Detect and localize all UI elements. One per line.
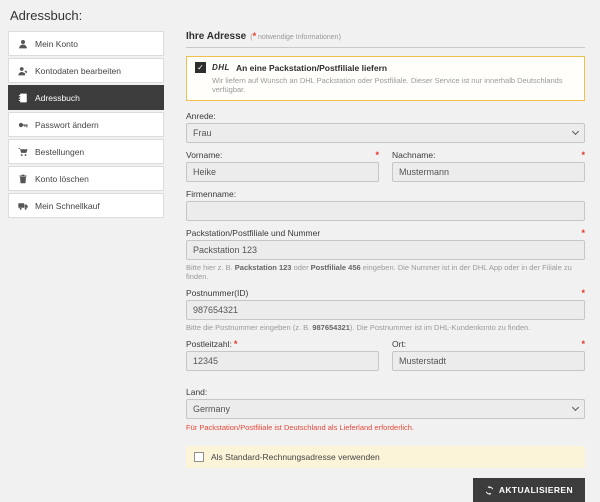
dhl-option-title: An eine Packstation/Postfiliale liefern: [235, 62, 388, 73]
help-fragment: Bitte hier z. B.: [186, 263, 235, 272]
sidebar-item-label: Mein Konto: [35, 38, 78, 49]
dhl-packstation-row: DHL An eine Packstation/Postfiliale lief…: [195, 62, 576, 73]
update-button-label: AKTUALISIEREN: [498, 485, 573, 495]
field-vorname: Vorname: *: [186, 150, 379, 182]
dhl-option-subtitle: Wir liefern auf Wunsch an DHL Packstatio…: [212, 76, 563, 94]
land-label: Land:: [186, 387, 208, 397]
standard-billing-checkbox[interactable]: [194, 452, 204, 462]
sidebar-item-mein-schnellkauf[interactable]: Mein Schnellkauf: [8, 193, 164, 218]
dhl-packstation-box: DHL An eine Packstation/Postfiliale lief…: [186, 56, 585, 101]
name-row: Vorname: * Nachname: *: [186, 150, 585, 189]
dhl-packstation-checkbox[interactable]: [195, 62, 206, 73]
required-asterisk: *: [581, 149, 585, 160]
field-firmenname: Firmenname:: [186, 189, 585, 221]
required-asterisk: *: [581, 287, 585, 298]
key-icon: [18, 120, 28, 130]
trash-icon: [18, 174, 28, 184]
sidebar-item-label: Bestellungen: [35, 146, 85, 157]
postnummer-help-text: Bitte die Postnummer eingeben (z. B. 987…: [186, 323, 585, 332]
user-edit-icon: [18, 66, 28, 76]
help-fragment: 987654321: [312, 323, 350, 332]
field-packstation: Packstation/Postfiliale und Nummer * Bitt…: [186, 228, 585, 281]
sidebar-item-mein-konto[interactable]: Mein Konto: [8, 31, 164, 56]
standard-billing-label: Als Standard-Rechnungsadresse verwenden: [211, 452, 380, 462]
help-fragment: Postfiliale 456: [310, 263, 361, 272]
field-ort: Ort: *: [392, 339, 585, 371]
packstation-label: Packstation/Postfiliale und Nummer: [186, 228, 321, 238]
help-fragment: oder: [291, 263, 311, 272]
field-postleitzahl: Postleitzahl: *: [186, 339, 379, 371]
sidebar: Mein Konto Kontodaten bearbeiten Adressb…: [8, 31, 164, 220]
layout: Mein Konto Kontodaten bearbeiten Adressb…: [0, 31, 600, 502]
field-nachname: Nachname: *: [392, 150, 585, 182]
sidebar-item-adressbuch[interactable]: Adressbuch: [8, 85, 164, 110]
sidebar-item-label: Konto löschen: [35, 173, 89, 184]
required-asterisk: *: [581, 338, 585, 349]
refresh-icon: [485, 485, 494, 495]
field-land: Land: Germany Für Packstation/Postfilial…: [186, 387, 585, 432]
chevron-down-icon: [571, 403, 580, 412]
postleitzahl-input[interactable]: [186, 351, 379, 371]
standard-billing-row: Als Standard-Rechnungsadresse verwenden: [186, 446, 585, 468]
help-fragment: ). Die Postnummer ist im DHL-Kundenkonto…: [349, 323, 531, 332]
vorname-input[interactable]: [186, 162, 379, 182]
postnummer-input[interactable]: [186, 300, 585, 320]
sidebar-item-label: Mein Schnellkauf: [35, 200, 100, 211]
sidebar-item-label: Adressbuch: [35, 92, 80, 103]
sidebar-item-label: Kontodaten bearbeiten: [35, 65, 122, 76]
sidebar-item-bestellungen[interactable]: Bestellungen: [8, 139, 164, 164]
required-asterisk: *: [375, 149, 379, 160]
form-title: Ihre Adresse: [186, 31, 247, 42]
sidebar-item-konto-loeschen[interactable]: Konto löschen: [8, 166, 164, 191]
required-asterisk: *: [233, 338, 238, 349]
firmenname-input[interactable]: [186, 201, 585, 221]
field-anrede: Anrede: Frau: [186, 111, 585, 143]
postleitzahl-label: Postleitzahl:: [186, 339, 232, 349]
required-note: (* notwendige Informationen): [250, 32, 341, 42]
truck-icon: [18, 201, 28, 211]
address-form: Ihre Adresse (* notwendige Informationen…: [186, 31, 585, 502]
postnummer-label: Postnummer(ID): [186, 288, 249, 298]
help-fragment: Bitte die Postnummer eingeben (z. B.: [186, 323, 313, 332]
user-icon: [18, 39, 28, 49]
note-fragment: notwendige Informationen): [256, 34, 341, 41]
chevron-down-icon: [571, 127, 580, 136]
anrede-selected-value: Frau: [193, 128, 212, 138]
land-selected-value: Germany: [193, 404, 231, 414]
land-select[interactable]: Germany: [186, 399, 585, 419]
sidebar-item-passwort-aendern[interactable]: Passwort ändern: [8, 112, 164, 137]
ort-label: Ort:: [392, 339, 407, 349]
vorname-label: Vorname:: [186, 150, 223, 160]
ort-input[interactable]: [392, 351, 585, 371]
dhl-logo: DHL: [212, 63, 230, 72]
anrede-label: Anrede:: [186, 111, 216, 121]
form-actions: AKTUALISIEREN: [186, 478, 585, 502]
packstation-input[interactable]: [186, 240, 585, 260]
address-book-icon: [18, 93, 28, 103]
form-heading: Ihre Adresse (* notwendige Informationen…: [186, 31, 585, 48]
city-row: Postleitzahl:* Ort:*: [186, 339, 585, 378]
firmenname-label: Firmenname:: [186, 189, 237, 199]
sidebar-item-label: Passwort ändern: [35, 119, 99, 130]
anrede-select[interactable]: Frau: [186, 123, 585, 143]
field-postnummer: Postnummer(ID) * Bitte die Postnummer ein…: [186, 288, 585, 332]
nachname-input[interactable]: [392, 162, 585, 182]
required-asterisk: *: [581, 227, 585, 238]
update-button[interactable]: AKTUALISIEREN: [472, 478, 585, 502]
cart-icon: [18, 147, 28, 157]
help-fragment: Packstation 123: [234, 263, 292, 272]
packstation-help-text: Bitte hier z. B. Packstation 123 oder Po…: [186, 263, 585, 281]
nachname-label: Nachname:: [392, 150, 436, 160]
land-requirement-note: Für Packstation/Postfiliale ist Deutschl…: [186, 423, 415, 432]
page-title: Adressbuch:: [10, 8, 83, 23]
sidebar-item-kontodaten-bearbeiten[interactable]: Kontodaten bearbeiten: [8, 58, 164, 83]
